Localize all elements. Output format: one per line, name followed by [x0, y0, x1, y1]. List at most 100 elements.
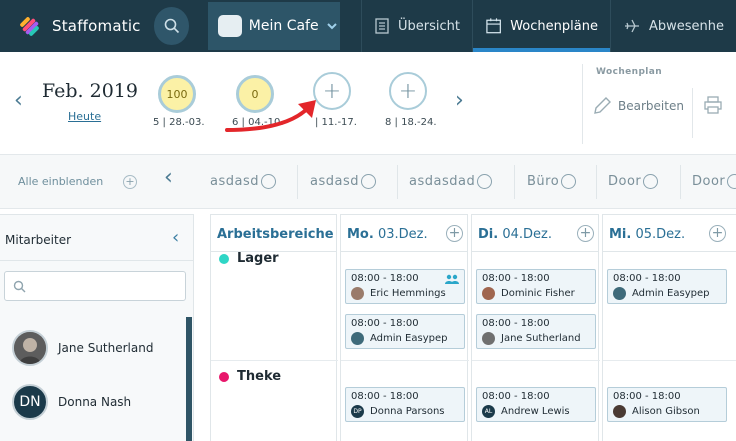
filter-item[interactable]: asdasdad [409, 174, 493, 189]
employee-search-input[interactable] [4, 271, 186, 301]
filter-prev-chevron-icon[interactable]: ‹ [164, 165, 173, 190]
avatar: AL [482, 405, 495, 418]
shift-card[interactable]: 08:00 - 18:00 Eric Hemmings [345, 269, 465, 304]
area-lager[interactable]: Lager [219, 251, 279, 266]
team-icon [445, 274, 459, 284]
week-5-circle[interactable]: 100 [158, 75, 196, 113]
avatar [613, 287, 626, 300]
schedule-grid: Arbeitsbereiche Lager Theke Mo. 03.Dez. … [208, 214, 736, 441]
tab-weekly-plans[interactable]: Wochenpläne [471, 0, 610, 52]
employee-item[interactable]: Jane Sutherland [12, 330, 153, 366]
employee-list-scrollbar[interactable] [186, 317, 192, 441]
employee-panel-header: Mitarbeiter ‹ [0, 214, 193, 261]
employee-name: Jane Sutherland [58, 341, 154, 355]
employee-name: Donna Nash [58, 395, 132, 409]
area-color-dot [219, 371, 229, 382]
day-column-wednesday: Mi. 05.Dez. + 08:00 - 18:00 Admin Easype… [602, 214, 736, 441]
avatar [482, 332, 495, 345]
tab-overview-label: Übersicht [397, 18, 460, 34]
filter-toggle-circle-icon [643, 174, 659, 189]
day-column-monday: Mo. 03.Dez. + 08:00 - 18:00 Eric Hemming… [340, 214, 469, 441]
filter-toggle-circle-icon [727, 174, 736, 189]
areas-column-header: Arbeitsbereiche [211, 214, 336, 252]
week-8-label: 8 | 18.-24. [385, 117, 437, 128]
pencil-icon[interactable] [592, 96, 612, 116]
filter-toggle-circle-icon [360, 174, 376, 189]
global-search-button[interactable] [153, 7, 190, 45]
avatar [351, 332, 364, 345]
filter-toggle-circle-icon [561, 174, 577, 189]
avatar: DP [351, 405, 364, 418]
week-8-add-button[interactable]: + [389, 72, 427, 110]
area-color-dot [219, 253, 229, 264]
weekly-plan-section-title: Wochenplan [596, 67, 663, 77]
avatar [482, 287, 495, 300]
areas-column: Arbeitsbereiche Lager Theke [210, 214, 338, 441]
shift-card[interactable]: 08:00 - 18:00 Dominic Fisher [476, 269, 596, 304]
filter-item[interactable]: asdasd [210, 174, 276, 189]
month-title: Feb. 2019 [42, 80, 138, 102]
company-avatar [217, 15, 242, 37]
tab-weekly-plans-label: Wochenpläne [510, 18, 598, 34]
day-title: Mi. 05.Dez. [609, 227, 686, 242]
employee-panel: Mitarbeiter ‹ Jane Sutherland DN Donna N… [0, 214, 194, 441]
areas-header-label: Arbeitsbereiche [217, 227, 334, 242]
day-title: Di. 04.Dez. [478, 227, 552, 242]
filter-item[interactable]: asdasd [310, 174, 376, 189]
add-shift-plus-icon[interactable]: + [446, 225, 463, 242]
top-navigation: Staffomatic Mein Cafe Übersicht Wochenpl… [0, 0, 736, 52]
shift-card[interactable]: 08:00 - 18:00 AL Andrew Lewis [476, 387, 596, 422]
edit-button[interactable]: Bearbeiten [618, 99, 684, 113]
staffomatic-logo-icon [20, 17, 39, 36]
shift-card[interactable]: 08:00 - 18:00 Admin Easypep [607, 269, 727, 304]
add-shift-plus-icon[interactable]: + [709, 225, 726, 242]
tab-overview[interactable]: Übersicht [360, 0, 472, 52]
tab-absences[interactable]: Abwesenhe [609, 0, 736, 52]
day-title: Mo. 03.Dez. [347, 227, 428, 242]
week-5-label: 5 | 28.-03. [153, 117, 205, 128]
shift-card[interactable]: 08:00 - 18:00 Alison Gibson [607, 387, 727, 422]
chevron-down-icon [326, 23, 337, 30]
avatar [613, 405, 626, 418]
employee-item[interactable]: DN Donna Nash [12, 384, 131, 420]
filter-item[interactable]: Büro [527, 174, 577, 189]
day-header: Mi. 05.Dez. + [603, 214, 736, 252]
tab-absences-label: Abwesenhe [648, 18, 724, 34]
person-photo-icon [14, 332, 46, 364]
add-filter-plus-icon[interactable]: + [123, 175, 137, 189]
filter-item[interactable]: Door [608, 174, 659, 189]
list-icon [375, 18, 389, 34]
week-selector-bar: ‹ Feb. 2019 Heute 100 5 | 28.-03. 0 6 | … [0, 52, 736, 155]
prev-month-chevron-icon[interactable]: ‹ [14, 88, 23, 113]
shift-card[interactable]: 08:00 - 18:00 DP Donna Parsons [345, 387, 465, 422]
avatar [351, 287, 364, 300]
filter-toggle-circle-icon [477, 174, 493, 189]
filter-toggle-circle-icon [260, 174, 276, 189]
brand-name: Staffomatic [52, 17, 141, 35]
show-all-button[interactable]: Alle einblenden [18, 175, 103, 188]
next-month-chevron-icon[interactable]: › [455, 88, 464, 113]
avatar: DN [12, 384, 48, 420]
brand[interactable]: Staffomatic [0, 0, 152, 52]
avatar [12, 330, 48, 366]
search-icon [164, 18, 179, 34]
add-shift-plus-icon[interactable]: + [577, 225, 594, 242]
area-filter-bar: Alle einblenden + ‹ asdasd asdasd asdasd… [0, 155, 736, 209]
employee-panel-title: Mitarbeiter [5, 233, 72, 247]
day-header: Mo. 03.Dez. + [341, 214, 467, 252]
shift-card[interactable]: 08:00 - 18:00 Admin Easypep [345, 314, 465, 349]
plane-icon [624, 19, 639, 33]
filter-item[interactable]: Door [692, 174, 736, 189]
print-icon[interactable] [703, 95, 723, 115]
day-header: Di. 04.Dez. + [472, 214, 598, 252]
company-switcher[interactable]: Mein Cafe [207, 2, 340, 50]
day-column-tuesday: Di. 04.Dez. + 08:00 - 18:00 Dominic Fish… [471, 214, 600, 441]
company-name: Mein Cafe [248, 18, 319, 34]
shift-card[interactable]: 08:00 - 18:00 Jane Sutherland [476, 314, 596, 349]
search-icon [13, 280, 26, 293]
calendar-icon [486, 18, 501, 34]
annotation-arrow-icon [225, 100, 316, 132]
collapse-panel-chevron-icon[interactable]: ‹ [172, 227, 179, 248]
area-theke[interactable]: Theke [219, 369, 281, 384]
today-link[interactable]: Heute [68, 110, 101, 123]
